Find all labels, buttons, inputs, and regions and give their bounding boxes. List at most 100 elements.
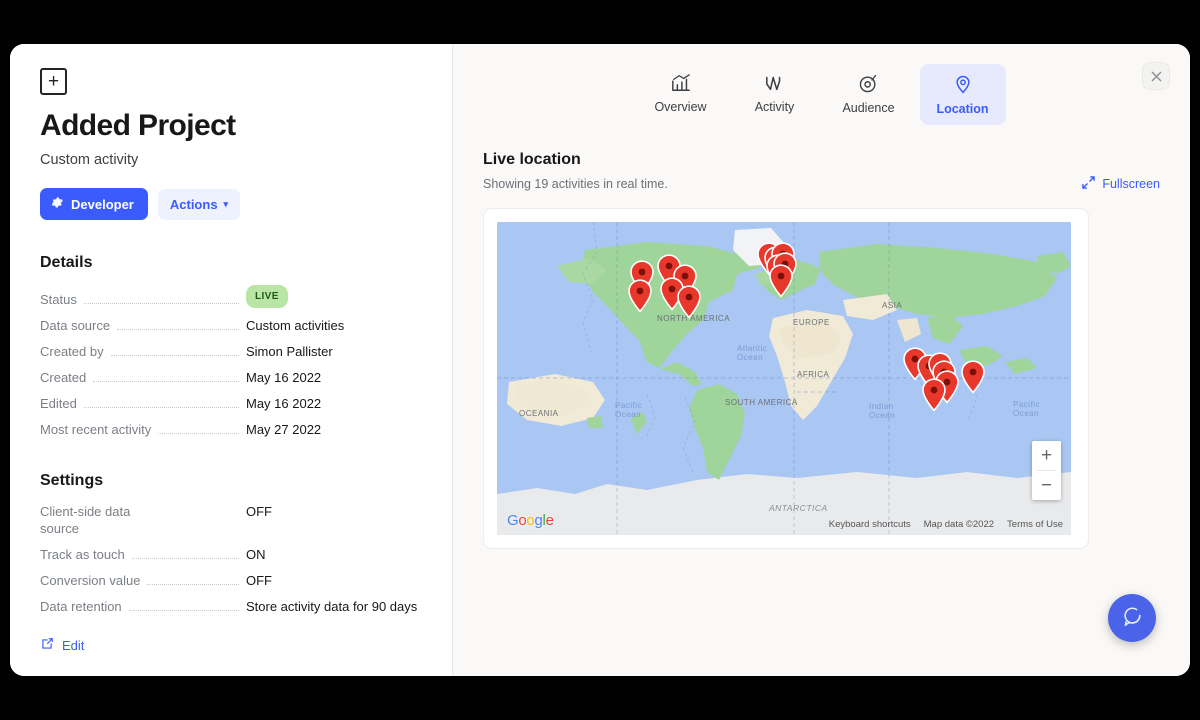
tab-activity[interactable]: Activity [732,64,818,125]
expand-icon [1082,176,1096,192]
tab-label: Activity [754,100,795,114]
setting-row: Client-side data source OFF [40,494,422,537]
detail-key: Status [40,292,77,307]
tab-overview[interactable]: Overview [638,64,724,125]
tab-label: Overview [654,100,707,114]
google-logo[interactable]: Google [507,512,554,529]
detail-key: Created [40,370,87,385]
detail-row: Created May 16 2022 [40,360,422,386]
attribution-item[interactable]: Map data ©2022 [924,519,994,530]
detail-link[interactable]: Simon Pallister [246,344,333,359]
map-card: NORTH AMERICA SOUTH AMERICA EUROPE AFRICA AS… [483,208,1089,549]
detail-key: Most recent activity [40,422,152,437]
settings-list: Client-side data source OFF Track as touch… [40,494,422,615]
chevron-down-icon: ▾ [223,198,229,209]
edit-label: Edit [62,638,85,653]
dot-leader [83,407,239,408]
screen: + Added Project Custom activity Develope… [0,0,1200,720]
dot-leader [131,558,239,559]
map-marker[interactable] [921,378,947,412]
dot-leader [83,303,239,304]
map-marker[interactable] [768,264,794,298]
live-location-header: Live location Showing 19 activities in r… [483,151,1160,192]
developer-button-label: Developer [71,196,134,212]
analytics-pane: Overview Activity Audience Location Live lo… [453,44,1190,676]
setting-key: Client-side data source [40,504,131,536]
action-button-row: Developer Actions ▾ [40,188,422,220]
pulse-icon [764,73,786,93]
attribution-item[interactable]: Terms of Use [1007,519,1063,530]
tab-audience[interactable]: Audience [826,64,912,125]
setting-value: ON [246,547,266,562]
detail-row: Status LIVE [40,276,422,308]
actions-button[interactable]: Actions ▾ [157,188,241,220]
add-icon[interactable]: + [40,68,67,95]
project-detail-modal: + Added Project Custom activity Develope… [10,44,1190,676]
tab-location[interactable]: Location [919,64,1006,125]
dot-leader [93,381,239,382]
setting-key: Data retention [40,599,122,614]
page-title: Added Project [40,109,236,142]
dot-leader [147,584,239,585]
live-location-map[interactable]: NORTH AMERICA SOUTH AMERICA EUROPE AFRICA AS… [497,222,1071,535]
map-pin-icon [953,73,973,95]
detail-row: Data source Custom activities [40,308,422,334]
setting-row: Track as touch ON [40,537,422,563]
detail-value: Custom activities [246,317,422,334]
setting-value: Store activity data for 90 days [246,599,418,614]
developer-button[interactable]: Developer [40,188,148,220]
detail-value: May 16 2022 [246,396,322,411]
detail-key: Edited [40,396,77,411]
panel-subtitle: Showing 19 activities in real time. [483,177,668,191]
map-zoom-controls: + − [1032,441,1061,500]
zoom-out-button[interactable]: − [1032,471,1061,500]
setting-key: Conversion value [40,573,141,588]
settings-heading: Settings [40,472,104,489]
bar-chart-icon [670,73,692,93]
status-badge: LIVE [246,285,288,308]
edit-button[interactable]: Edit [40,637,422,654]
map-attribution: Keyboard shortcuts Map data ©2022 Terms of… [829,519,1063,530]
tab-label: Location [936,102,989,116]
analytics-tabs: Overview Activity Audience Location [483,64,1160,125]
detail-row: Edited May 16 2022 [40,386,422,412]
zoom-in-button[interactable]: + [1032,441,1061,470]
details-heading: Details [40,254,93,271]
detail-row: Most recent activity May 27 2022 [40,412,422,438]
panel-subtitle-row: Showing 19 activities in real time. Full… [483,176,1160,192]
map-marker[interactable] [627,279,653,313]
detail-link[interactable]: Custom activities [246,318,344,333]
dot-leader [110,355,239,356]
map-marker[interactable] [960,360,986,394]
target-icon [858,73,879,94]
detail-value: May 27 2022 [246,422,322,437]
help-beacon-button[interactable] [1108,594,1156,642]
dot-leader [128,610,239,611]
setting-row: Conversion value OFF [40,563,422,589]
dot-leader [117,329,239,330]
details-list: Status LIVE Data source Custom activities Cr… [40,276,422,438]
detail-value: May 16 2022 [246,370,322,385]
detail-key: Created by [40,344,104,359]
setting-row: Data retention Store activity data for 90… [40,589,422,615]
detail-value: LIVE [246,285,422,308]
close-button[interactable] [1142,62,1170,90]
panel-title: Live location [483,151,581,168]
fullscreen-label: Fullscreen [1102,177,1160,191]
setting-value: OFF [246,573,272,588]
chat-bubble-icon [1121,605,1143,632]
project-info-pane: + Added Project Custom activity Develope… [10,44,453,676]
map-marker[interactable] [676,285,702,319]
fullscreen-button[interactable]: Fullscreen [1082,176,1160,192]
attribution-item[interactable]: Keyboard shortcuts [829,519,911,530]
actions-button-label: Actions [169,196,218,212]
dot-leader [158,433,239,434]
tab-label: Audience [842,101,895,115]
edit-icon [40,637,54,654]
detail-value: Simon Pallister [246,343,422,360]
page-subtitle: Custom activity [40,152,139,168]
detail-key: Data source [40,318,111,333]
setting-value: OFF [246,504,272,519]
setting-key: Track as touch [40,547,125,562]
gear-icon [51,196,64,212]
